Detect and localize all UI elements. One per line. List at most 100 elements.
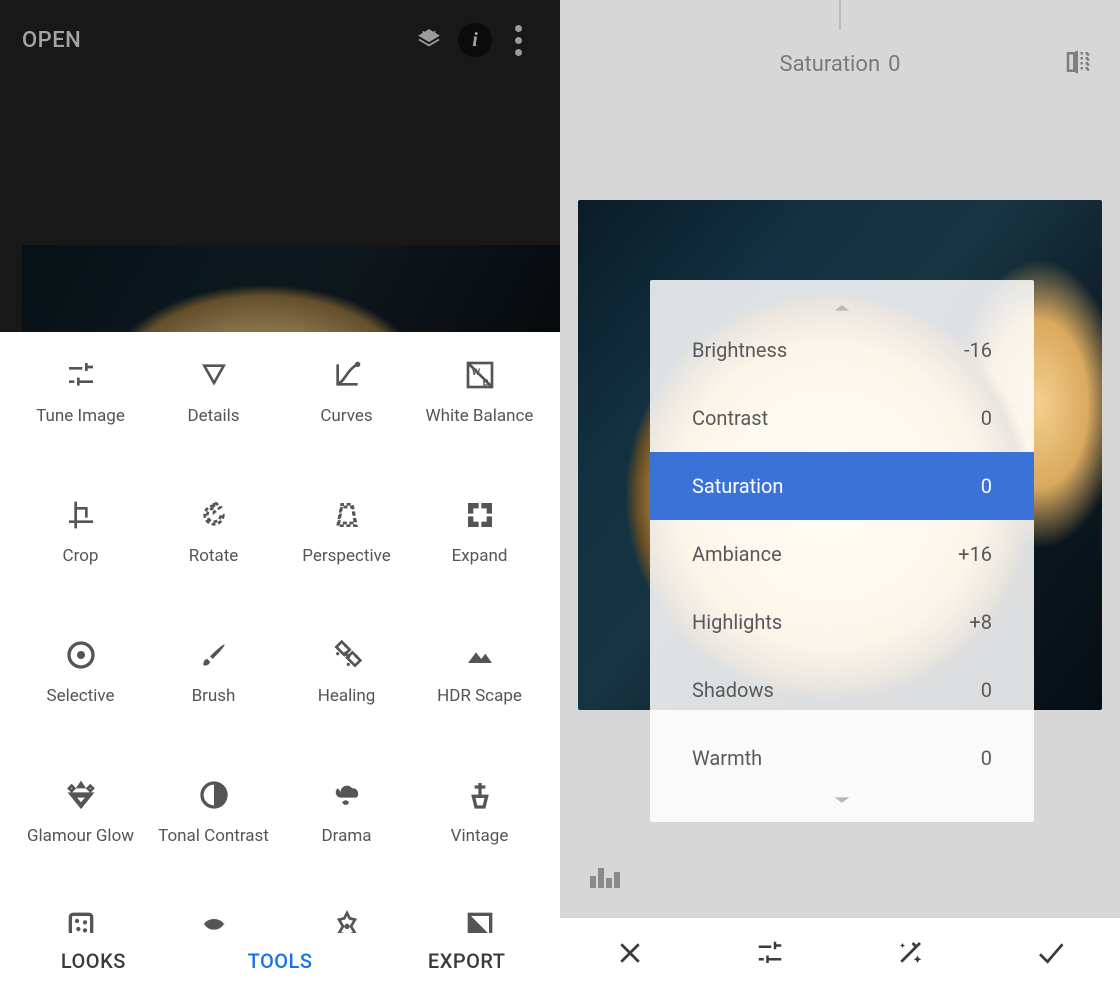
healing-icon xyxy=(330,638,364,672)
param-name: Saturation xyxy=(692,474,981,498)
tab-tools[interactable]: TOOLS xyxy=(187,949,374,973)
param-row-warmth[interactable]: Warmth0 xyxy=(650,724,1034,792)
tool-label: Crop xyxy=(63,546,99,567)
tool-perspective[interactable]: Perspective xyxy=(280,482,413,612)
param-name: Shadows xyxy=(692,678,981,702)
compare-icon[interactable] xyxy=(1056,40,1100,84)
tool-label: Drama xyxy=(322,826,372,847)
apply-button[interactable] xyxy=(980,918,1120,988)
auto-button[interactable] xyxy=(840,918,980,988)
tool-label: White Balance xyxy=(426,406,534,427)
tool-selective[interactable]: Selective xyxy=(14,622,147,752)
bw-icon xyxy=(463,908,497,933)
tool-details[interactable]: Details xyxy=(147,342,280,472)
retrolux-icon xyxy=(197,908,231,933)
right-screen: Saturation 0 Brightness-16Contrast0Satur… xyxy=(560,0,1120,988)
param-row-brightness[interactable]: Brightness-16 xyxy=(650,316,1034,384)
tool-label: Curves xyxy=(320,406,372,427)
parameter-panel[interactable]: Brightness-16Contrast0Saturation0Ambianc… xyxy=(650,280,1034,822)
tool-label: Perspective xyxy=(302,546,390,567)
tool-curves[interactable]: Curves xyxy=(280,342,413,472)
expand-icon xyxy=(463,498,497,532)
param-value: 0 xyxy=(981,406,992,430)
open-button[interactable]: OPEN xyxy=(22,28,81,53)
adjust-header: Saturation 0 xyxy=(560,40,1120,88)
tool-label: Rotate xyxy=(189,546,239,567)
tool-crop[interactable]: Crop xyxy=(14,482,147,612)
curves-icon xyxy=(330,358,364,392)
chevron-down-icon xyxy=(650,792,1034,810)
tool-white-balance[interactable]: WB White Balance xyxy=(413,342,546,472)
rotate-icon xyxy=(197,498,231,532)
tool-label: Healing xyxy=(318,686,376,707)
tool-tune-image[interactable]: Tune Image xyxy=(14,342,147,472)
param-value: 0 xyxy=(981,746,992,770)
tool-grainy-film[interactable] xyxy=(14,902,147,933)
param-value: +16 xyxy=(958,542,992,566)
vintage-icon xyxy=(463,778,497,812)
brush-icon xyxy=(197,638,231,672)
param-row-highlights[interactable]: Highlights+8 xyxy=(650,588,1034,656)
bottom-tabs: LOOKS TOOLS EXPORT xyxy=(0,933,560,988)
hdr-scape-icon xyxy=(463,638,497,672)
tool-retrolux[interactable] xyxy=(147,902,280,933)
white-balance-icon: WB xyxy=(463,358,497,392)
adjust-button[interactable] xyxy=(700,918,840,988)
tool-tonal-contrast[interactable]: Tonal Contrast xyxy=(147,762,280,892)
tool-label: Tonal Contrast xyxy=(158,826,269,847)
perspective-icon xyxy=(330,498,364,532)
slider-center-tick xyxy=(839,0,841,30)
tool-glamour-glow[interactable]: Glamour Glow xyxy=(14,762,147,892)
tool-healing[interactable]: Healing xyxy=(280,622,413,752)
param-name: Ambiance xyxy=(692,542,958,566)
right-bottom-bar xyxy=(560,918,1120,988)
tab-export[interactable]: EXPORT xyxy=(373,949,560,973)
param-row-contrast[interactable]: Contrast0 xyxy=(650,384,1034,452)
close-button[interactable] xyxy=(560,918,700,988)
param-name: Brightness xyxy=(692,338,964,362)
tab-looks[interactable]: LOOKS xyxy=(0,949,187,973)
param-name: Warmth xyxy=(692,746,981,770)
param-value: 0 xyxy=(981,474,992,498)
param-value: +8 xyxy=(969,610,992,634)
details-icon xyxy=(197,358,231,392)
tool-label: Brush xyxy=(192,686,236,707)
svg-text:B: B xyxy=(482,378,488,389)
crop-icon xyxy=(64,498,98,532)
param-value: 0 xyxy=(981,678,992,702)
histogram-icon[interactable] xyxy=(590,864,624,892)
tool-hdr-scape[interactable]: HDR Scape xyxy=(413,622,546,752)
selective-icon xyxy=(64,638,98,672)
adjust-header-name: Saturation xyxy=(780,52,881,77)
tonal-contrast-icon xyxy=(197,778,231,812)
adjust-header-value: 0 xyxy=(888,52,900,77)
tool-expand[interactable]: Expand xyxy=(413,482,546,612)
tool-grunge[interactable] xyxy=(280,902,413,933)
chevron-up-icon xyxy=(650,298,1034,316)
param-name: Highlights xyxy=(692,610,969,634)
left-header: OPEN i xyxy=(0,0,560,80)
param-row-shadows[interactable]: Shadows0 xyxy=(650,656,1034,724)
tool-label: Selective xyxy=(47,686,115,707)
param-value: -16 xyxy=(964,338,992,362)
left-screen: OPEN i Tune Image Details xyxy=(0,0,560,988)
drama-icon xyxy=(330,778,364,812)
more-icon[interactable] xyxy=(498,25,538,56)
param-row-saturation[interactable]: Saturation0 xyxy=(650,452,1034,520)
glamour-glow-icon xyxy=(64,778,98,812)
layers-icon[interactable] xyxy=(406,17,452,63)
tune-image-icon xyxy=(64,358,98,392)
param-row-ambiance[interactable]: Ambiance+16 xyxy=(650,520,1034,588)
tool-drama[interactable]: Drama xyxy=(280,762,413,892)
tool-label: Details xyxy=(187,406,239,427)
grunge-icon xyxy=(330,908,364,933)
info-icon[interactable]: i xyxy=(458,23,492,57)
tool-label: Glamour Glow xyxy=(27,826,134,847)
tool-label: Vintage xyxy=(451,826,509,847)
tool-bw[interactable] xyxy=(413,902,546,933)
tool-rotate[interactable]: Rotate xyxy=(147,482,280,612)
tools-panel: Tune Image Details Curves WB White Balan… xyxy=(0,332,560,933)
tool-vintage[interactable]: Vintage xyxy=(413,762,546,892)
tool-brush[interactable]: Brush xyxy=(147,622,280,752)
svg-text:W: W xyxy=(472,367,481,378)
